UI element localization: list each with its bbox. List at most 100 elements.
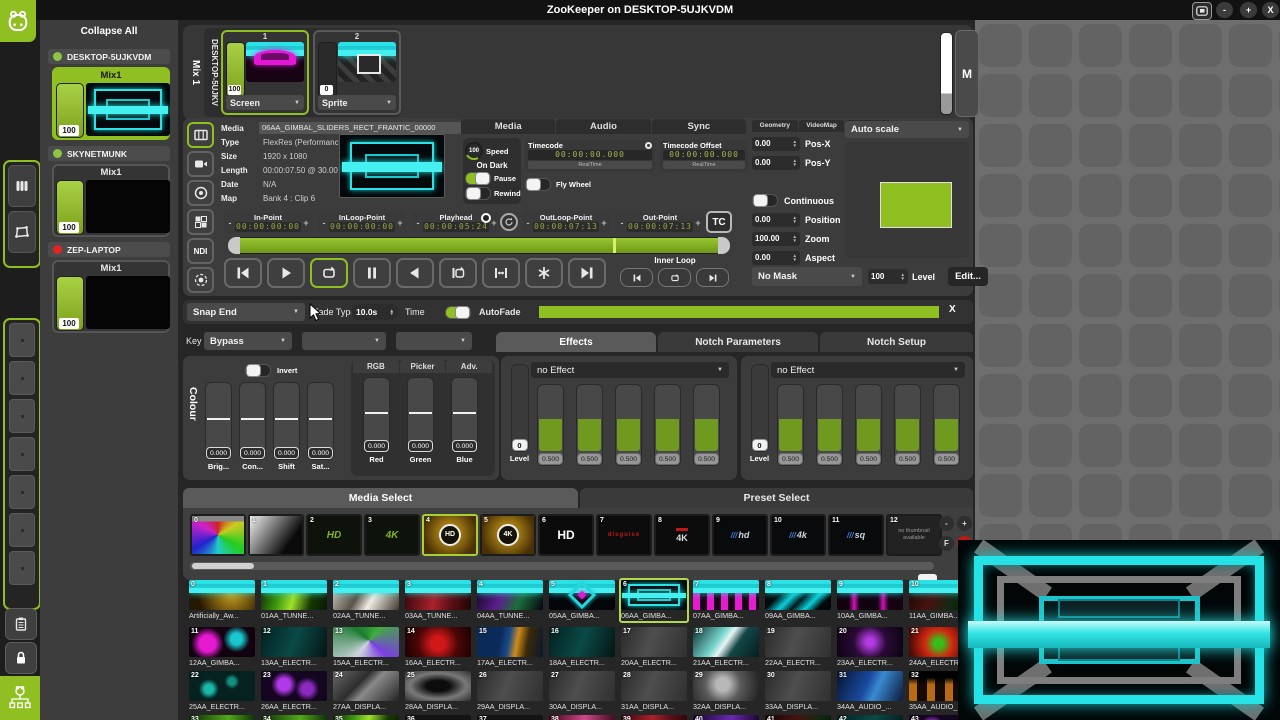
- ping-pong-button[interactable]: [482, 258, 520, 288]
- media-grid-item[interactable]: 13 15AA_ELECTR...: [331, 625, 401, 670]
- notes-button[interactable]: [5, 608, 37, 640]
- bank-item[interactable]: 7 disguise: [596, 514, 652, 556]
- media-grid-item[interactable]: 37: [475, 713, 545, 720]
- play-reverse-button[interactable]: [396, 258, 434, 288]
- tc-button[interactable]: TC: [706, 211, 732, 233]
- layer-level-fader[interactable]: 100: [226, 42, 245, 97]
- media-grid-item[interactable]: 31 34AA_AUDIO_...: [835, 669, 905, 714]
- layer-type-dropdown[interactable]: Sprite: [318, 95, 396, 110]
- media-grid-item[interactable]: 30 33AA_DISPLA...: [763, 669, 833, 714]
- effect-param-slider[interactable]: 0.500: [933, 384, 960, 466]
- key-mode-dropdown[interactable]: Bypass: [204, 332, 292, 350]
- media-grid-item[interactable]: 16 18AA_ELECTR...: [547, 625, 617, 670]
- effect-param-slider[interactable]: 0.500: [537, 384, 564, 466]
- skip-end-button[interactable]: [568, 258, 606, 288]
- close-button[interactable]: X: [1262, 2, 1279, 18]
- layer-cell[interactable]: 2 0 Sprite: [313, 30, 401, 115]
- pinboard-page-button[interactable]: [9, 475, 35, 509]
- point-plus-button[interactable]: [491, 218, 497, 228]
- mixes-view-button[interactable]: [8, 165, 36, 207]
- media-grid-item[interactable]: 4 04AA_TUNNE...: [475, 578, 545, 623]
- colour-slider[interactable]: 0.000 Shift: [273, 382, 300, 471]
- live-capture-source-button[interactable]: [187, 151, 214, 177]
- timeline[interactable]: [228, 237, 730, 254]
- point-plus-button[interactable]: [303, 218, 309, 228]
- point-minus-button[interactable]: [619, 218, 625, 228]
- stepper-icon[interactable]: [793, 216, 797, 223]
- pinboard-page-button[interactable]: [9, 361, 35, 395]
- effect-preset-dropdown[interactable]: no Effect: [531, 362, 729, 378]
- bank-f-button[interactable]: F: [939, 536, 954, 551]
- rgb-tab[interactable]: RGB: [353, 360, 399, 373]
- mix-master-button[interactable]: M: [955, 30, 979, 117]
- media-grid-item[interactable]: 24 27AA_DISPLA...: [331, 669, 401, 714]
- mask-dropdown[interactable]: No Mask: [752, 267, 862, 286]
- point-value[interactable]: 00:00:05:24: [423, 222, 489, 232]
- mix-level-fader[interactable]: 100: [56, 180, 84, 235]
- colour-slider[interactable]: 0.000 Sat...: [307, 382, 334, 471]
- point-minus-button[interactable]: [415, 218, 421, 228]
- effect-param-slider[interactable]: 0.500: [777, 384, 804, 466]
- point-minus-button[interactable]: [227, 218, 233, 228]
- colour-slider[interactable]: 0.000 Brig...: [205, 382, 232, 471]
- timecode-indicator[interactable]: [645, 142, 652, 149]
- mix-level-fader[interactable]: 100: [56, 83, 84, 138]
- bank-item[interactable]: 10 4k: [770, 514, 826, 556]
- media-grid-item[interactable]: 15 17AA_ELECTR...: [475, 625, 545, 670]
- tab-media-select[interactable]: Media Select: [183, 488, 578, 508]
- media-grid-item[interactable]: 33: [187, 713, 257, 720]
- media-grid-item[interactable]: 5 05AA_GIMBA...: [547, 578, 617, 623]
- media-grid-item[interactable]: 20 23AA_ELECTR...: [835, 625, 905, 670]
- output-preview-window[interactable]: [958, 540, 1280, 720]
- pinboard-page-button[interactable]: [9, 323, 35, 357]
- effect-preset-dropdown[interactable]: no Effect: [771, 362, 965, 378]
- bank-item[interactable]: 6 HD: [538, 514, 594, 556]
- media-grid-item[interactable]: 9 10AA_GIMBA...: [835, 578, 905, 623]
- media-grid-item[interactable]: 36: [403, 713, 473, 720]
- media-tab[interactable]: Media: [461, 119, 556, 134]
- host-pill[interactable]: SKYNETMUNK: [48, 146, 170, 161]
- bank-remove-button[interactable]: -: [939, 516, 954, 531]
- bank-item[interactable]: 5 4K: [480, 514, 536, 556]
- media-grid-item[interactable]: 2 02AA_TUNNE...: [331, 578, 401, 623]
- skip-start-button[interactable]: [224, 258, 262, 288]
- effect-param-slider[interactable]: 0.500: [654, 384, 681, 466]
- media-grid-item[interactable]: 0 Artificially_Aw...: [187, 578, 257, 623]
- invert-toggle[interactable]: [245, 364, 271, 377]
- tab-notch-setup[interactable]: Notch Setup: [820, 332, 973, 352]
- layer-level-fader[interactable]: 0: [318, 42, 337, 97]
- point-plus-button[interactable]: [695, 218, 701, 228]
- effect-param-slider[interactable]: 0.500: [855, 384, 882, 466]
- bank-item[interactable]: 2 HD: [306, 514, 362, 556]
- hipponet-button[interactable]: [0, 676, 40, 720]
- lock-button[interactable]: [5, 642, 37, 674]
- media-grid-item[interactable]: 1 01AA_TUNNE...: [259, 578, 329, 623]
- tab-effects[interactable]: Effects: [496, 332, 656, 352]
- host-pill[interactable]: DESKTOP-5UJKVDM: [48, 49, 170, 64]
- fade-close-button[interactable]: X: [949, 304, 956, 315]
- media-grid-item[interactable]: 8 09AA_GIMBA...: [763, 578, 833, 623]
- media-grid-item[interactable]: 22 25AA_ELECTR...: [187, 669, 257, 714]
- mix-level-fader[interactable]: 100: [56, 276, 84, 331]
- flywheel-toggle[interactable]: [525, 178, 551, 191]
- media-grid-item[interactable]: 25 28AA_DISPLA...: [403, 669, 473, 714]
- point-minus-button[interactable]: [321, 218, 327, 228]
- mix-block[interactable]: Mix1 100: [52, 164, 170, 237]
- bank-item[interactable]: 1: [248, 514, 304, 556]
- media-tab[interactable]: Audio: [556, 119, 651, 134]
- media-grid-item[interactable]: 39: [619, 713, 689, 720]
- pinboard-page-button[interactable]: [9, 437, 35, 471]
- bank-scrollbar[interactable]: [190, 562, 934, 570]
- rgb-slider[interactable]: 0.000 Blue: [451, 377, 478, 464]
- tab-preset-select[interactable]: Preset Select: [580, 488, 973, 508]
- continuous-toggle[interactable]: [752, 194, 778, 207]
- hippotizer-logo[interactable]: [0, 0, 36, 42]
- bank-item[interactable]: 3 4K: [364, 514, 420, 556]
- mix-master-fader[interactable]: [940, 32, 953, 115]
- media-grid-item[interactable]: 11 12AA_GIMBA...: [187, 625, 257, 670]
- pinboard-page-button[interactable]: [9, 399, 35, 433]
- rgb-tab[interactable]: Picker: [399, 360, 446, 373]
- layer-type-dropdown[interactable]: Screen: [226, 95, 304, 110]
- maximize-button[interactable]: +: [1240, 2, 1257, 18]
- ndi-source-button[interactable]: NDI: [187, 238, 214, 264]
